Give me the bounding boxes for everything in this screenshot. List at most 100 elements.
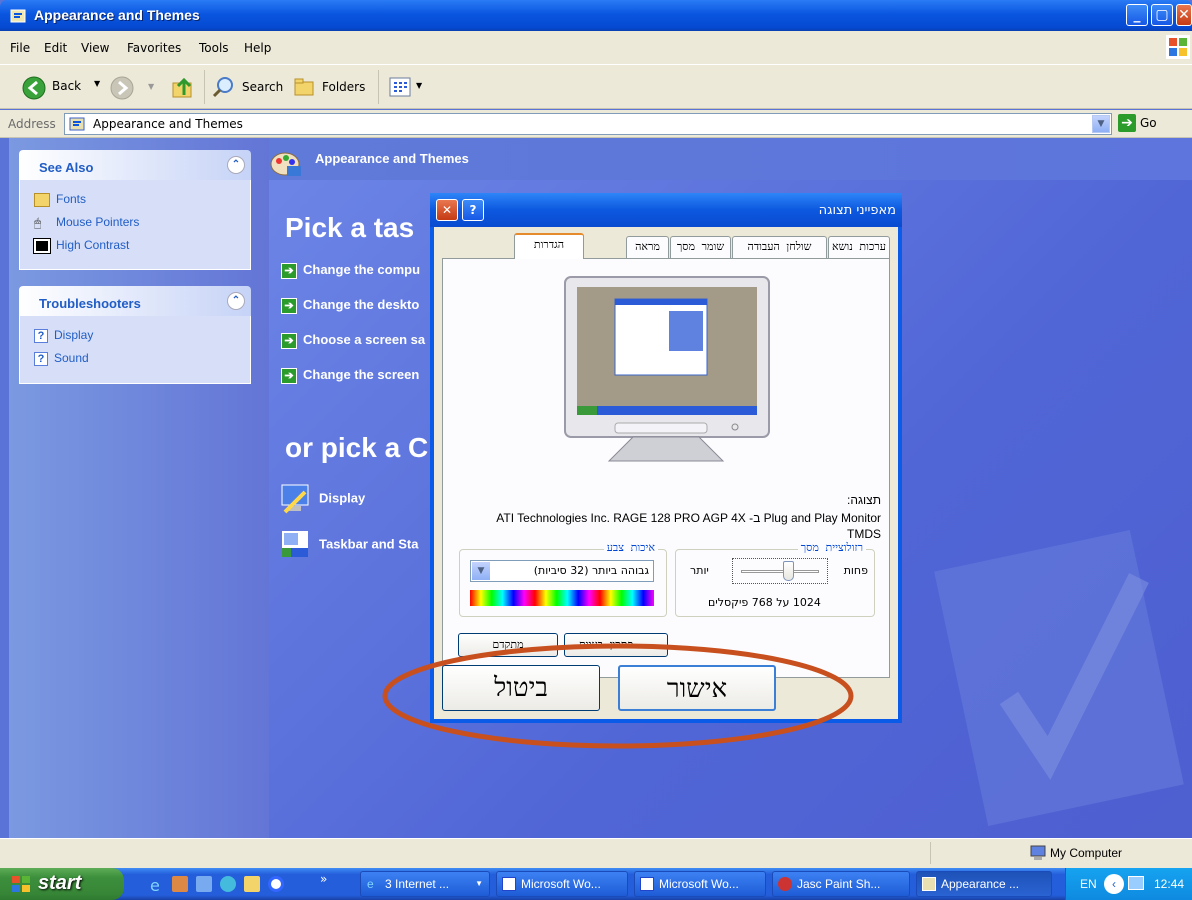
task-choose-screen-saver[interactable]: ➔ Choose a screen sa xyxy=(281,332,425,349)
toolbar: Back ▼ ▼ Search Folders ▼ xyxy=(0,65,1192,109)
troubleshooters-panel: ? Display ? Sound xyxy=(19,316,251,384)
taskbar-button-paint-shop[interactable]: Jasc Paint Sh... xyxy=(772,871,910,897)
maximize-icon[interactable]: ▢ xyxy=(1151,4,1173,26)
clock[interactable]: 12:44 xyxy=(1154,877,1184,891)
network-icon[interactable] xyxy=(1128,876,1144,890)
menu-tools[interactable]: Tools xyxy=(199,41,229,55)
more-label: יותר xyxy=(690,564,709,577)
display-adapter-value: ATI Technologies Inc. RAGE 128 PRO AGP 4… xyxy=(496,511,881,525)
go-label: Go xyxy=(1140,116,1157,130)
see-also-title: See Also xyxy=(39,160,94,175)
status-bar: My Computer xyxy=(0,838,1192,868)
my-computer-icon xyxy=(1030,845,1046,861)
task-change-screen-resolution[interactable]: ➔ Change the screen xyxy=(281,367,419,384)
category-title: Appearance and Themes xyxy=(315,151,469,166)
media-icon[interactable] xyxy=(268,876,284,892)
icon-display[interactable]: Display xyxy=(279,482,365,516)
appearance-themes-icon xyxy=(269,146,303,180)
minimize-icon[interactable]: _ xyxy=(1126,4,1148,26)
address-dropdown-icon[interactable]: ▼ xyxy=(1092,115,1110,133)
control-panel-icon xyxy=(69,116,87,132)
menu-help[interactable]: Help xyxy=(244,41,271,55)
start-button[interactable]: start xyxy=(0,868,124,900)
sidebar-item-mouse-pointers[interactable]: 🖱 Mouse Pointers xyxy=(34,215,139,230)
collapse-icon[interactable]: ⌃ xyxy=(227,156,245,174)
folder-icon[interactable] xyxy=(244,876,260,892)
close-icon[interactable]: ✕ xyxy=(1176,4,1192,26)
tab-settings[interactable]: הגדרות xyxy=(514,233,584,259)
taskbar-button-appearance[interactable]: Appearance ... xyxy=(916,871,1052,897)
menu-favorites[interactable]: Favorites xyxy=(127,41,181,55)
search-icon xyxy=(212,77,233,98)
views-icon xyxy=(389,77,411,97)
display-adapter-value-2: TMDS xyxy=(847,527,881,541)
search-button[interactable]: Search xyxy=(212,75,290,101)
chevron-left-icon[interactable]: ‹ xyxy=(1104,874,1124,894)
control-panel-icon xyxy=(10,8,28,24)
forward-dropdown-icon[interactable]: ▼ xyxy=(148,82,154,91)
task-change-computer-theme[interactable]: ➔ Change the compu xyxy=(281,262,420,279)
forward-button[interactable] xyxy=(110,76,134,103)
address-input[interactable]: Appearance and Themes ▼ xyxy=(64,113,1112,135)
resolution-slider[interactable] xyxy=(732,558,828,584)
sidebar-item-high-contrast[interactable]: High Contrast xyxy=(33,237,129,254)
color-spectrum-bar xyxy=(470,590,654,606)
back-button[interactable]: Back ▼ xyxy=(8,73,102,101)
menu-view[interactable]: View xyxy=(81,41,109,55)
taskbar-button-word-1[interactable]: Microsoft Wo... xyxy=(496,871,628,897)
tab-themes[interactable]: ערכות נושא xyxy=(828,236,890,258)
dialog-close-icon[interactable]: ✕ xyxy=(436,199,458,221)
highlight-ellipse xyxy=(382,643,854,749)
views-button[interactable]: ▼ xyxy=(388,75,428,99)
up-folder-button[interactable] xyxy=(170,75,196,104)
app-icon[interactable] xyxy=(220,876,236,892)
collapse-icon[interactable]: ⌃ xyxy=(227,292,245,310)
menu-bar: File Edit View Favorites Tools Help xyxy=(0,31,1192,65)
icon-taskbar-start-menu[interactable]: Taskbar and Sta xyxy=(279,528,418,562)
watermark-checkmark-icon xyxy=(934,530,1184,826)
chevron-down-icon[interactable]: ▼ xyxy=(472,562,490,580)
resolution-slider-thumb[interactable] xyxy=(783,561,795,581)
folders-label: Folders xyxy=(322,80,366,94)
task-change-desktop-background[interactable]: ➔ Change the deskto xyxy=(281,297,419,314)
color-quality-value: גבוהה ביותר (32 סיביות) xyxy=(533,564,649,577)
sidebar-item-sound[interactable]: ? Sound xyxy=(34,351,89,366)
back-dropdown-icon[interactable]: ▼ xyxy=(94,79,100,88)
window-title-bar[interactable]: Appearance and Themes _ ▢ ✕ xyxy=(0,0,1192,31)
tab-screen-saver[interactable]: שומר מסך xyxy=(670,236,731,258)
folders-button[interactable]: Folders xyxy=(292,75,372,101)
language-indicator[interactable]: EN xyxy=(1080,877,1097,891)
start-label: start xyxy=(38,872,82,894)
task-pane: See Also ⌃ Fonts 🖱 Mouse Pointers High Co… xyxy=(9,138,269,838)
go-button[interactable]: ➔ Go xyxy=(1118,113,1188,135)
resolution-value: 1024 על 768 פיקסלים xyxy=(708,596,821,609)
display-label: תצוגה: xyxy=(847,493,881,507)
taskbar: start e » e3 Internet ... ▼ Microsoft Wo.… xyxy=(0,868,1192,900)
dialog-help-icon[interactable]: ? xyxy=(462,199,484,221)
ie-icon[interactable]: e xyxy=(150,876,160,895)
screen-resolution-label: רזולוציית מסך xyxy=(797,541,866,554)
taskbar-button-word-2[interactable]: Microsoft Wo... xyxy=(634,871,766,897)
window-title: Appearance and Themes xyxy=(34,7,200,23)
arrow-icon: ➔ xyxy=(281,332,297,349)
control-panel-icon xyxy=(922,877,936,891)
app-icon[interactable] xyxy=(172,876,188,892)
app-icon[interactable] xyxy=(196,876,212,892)
sidebar-item-fonts[interactable]: Fonts xyxy=(34,192,86,207)
back-arrow-icon xyxy=(22,76,46,100)
quick-launch: e » xyxy=(144,872,344,895)
taskbar-button-internet[interactable]: e3 Internet ... ▼ xyxy=(360,871,490,897)
dialog-title-bar[interactable]: ✕ ? מאפייני תצוגה xyxy=(430,193,902,227)
tab-desktop[interactable]: שולחן העבודה xyxy=(732,236,827,258)
sidebar-item-display[interactable]: ? Display xyxy=(34,328,93,343)
taskbar-icon xyxy=(282,531,308,557)
see-also-header[interactable]: See Also ⌃ xyxy=(19,150,251,180)
color-quality-select[interactable]: ▼ גבוהה ביותר (32 סיביות) xyxy=(470,560,654,582)
tab-appearance[interactable]: מראה xyxy=(626,236,669,258)
troubleshooters-header[interactable]: Troubleshooters ⌃ xyxy=(19,286,251,316)
system-tray: EN ‹ 12:44 xyxy=(1065,868,1192,900)
chevron-right-icon[interactable]: » xyxy=(320,872,327,886)
troubleshooters-title: Troubleshooters xyxy=(39,296,141,311)
menu-edit[interactable]: Edit xyxy=(44,41,67,55)
menu-file[interactable]: File xyxy=(10,41,30,55)
